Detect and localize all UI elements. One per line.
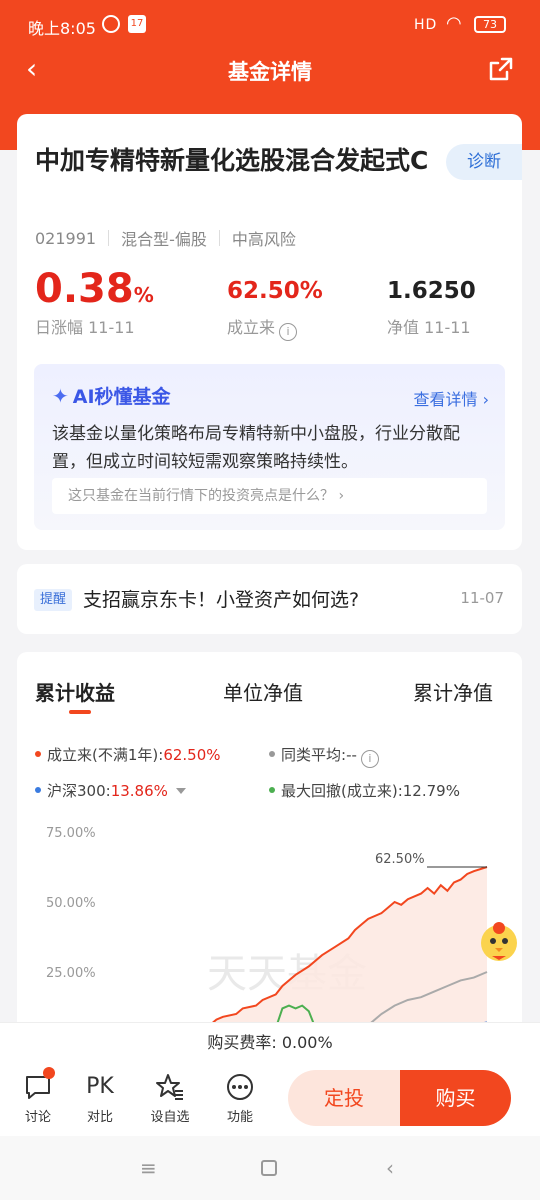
menu-icon[interactable]: ≡ — [140, 1156, 157, 1180]
notice-text: 支招赢京东卡！小登资产如何选? — [83, 589, 360, 611]
diagnose-button[interactable]: 诊断 — [446, 144, 522, 180]
legend-hs300-value: 13.86% — [110, 782, 168, 800]
legend-peer-value: -- — [346, 746, 357, 764]
star-icon — [156, 1074, 183, 1100]
ai-detail-label: 查看详情 — [413, 390, 478, 409]
fund-summary-card: 中加专精特新量化选股混合发起式C 诊断 021991 混合型-偏股 中高风险 0… — [17, 114, 522, 550]
fund-tags: 021991 混合型-偏股 中高风险 — [35, 226, 296, 250]
active-tab-indicator — [69, 710, 91, 714]
legend-fund-label: 成立来(不满1年): — [47, 746, 164, 764]
fund-risk: 中高风险 — [231, 230, 296, 249]
legend-dot-hs300 — [35, 787, 41, 793]
wifi-icon: ◠ — [446, 13, 462, 34]
pk-icon: PK — [86, 1074, 114, 1099]
ai-summary-text: 该基金以量化策略布局专精特新中小盘股，行业分散配置，但成立时间较短需观察策略持续… — [52, 424, 460, 472]
sparkle-icon: ✦ — [52, 384, 69, 408]
since-inception-label: 成立来 — [227, 318, 276, 337]
compare-label: 对比 — [86, 1110, 113, 1125]
fund-code: 021991 — [35, 228, 97, 248]
alarm-icon — [102, 15, 120, 33]
ai-summary-box: ✦ AI秒懂基金 查看详情 › 该基金以量化策略布局专精特新中小盘股，行业分散配置… — [34, 364, 505, 530]
notice-tag: 提醒 — [34, 589, 72, 611]
tab-unit-nav[interactable]: 单位净值 — [223, 677, 303, 706]
battery-icon: 73 — [474, 16, 506, 33]
info-icon[interactable]: i — [279, 323, 298, 341]
end-value-label: 62.50% — [375, 852, 425, 867]
add-watchlist-button[interactable]: 设自选 — [145, 1072, 195, 1125]
back-icon[interactable]: ‹ — [386, 1156, 394, 1180]
discuss-label: 讨论 — [24, 1110, 51, 1125]
legend-fund: 成立来(不满1年):62.50% — [35, 744, 221, 765]
legend-hs300[interactable]: 沪深300:13.86% — [35, 780, 186, 801]
chevron-right-icon: › — [482, 390, 489, 409]
bottom-action-bar: 讨论 PK 对比 设自选 功能 定投 购买 — [0, 1062, 540, 1136]
buy-button[interactable]: 购买 — [400, 1070, 511, 1126]
legend-dot-fund — [35, 751, 41, 757]
performance-chart-card: 累计收益 单位净值 累计净值 成立来(不满1年):62.50% 同类平均:-- i… — [17, 652, 522, 1052]
tab-cumulative-nav[interactable]: 累计净值 — [413, 677, 493, 706]
discuss-button[interactable]: 讨论 — [13, 1067, 63, 1125]
ai-question-text: 这只基金在当前行情下的投资亮点是什么？ — [68, 488, 334, 504]
ai-title: AI秒懂基金 — [72, 386, 171, 408]
divider — [218, 230, 220, 246]
legend-dot-peer — [269, 751, 275, 757]
share-icon[interactable] — [488, 56, 514, 82]
since-inception-value: 62.50% — [227, 278, 323, 304]
signal-icon: HD — [414, 17, 438, 33]
home-icon[interactable] — [261, 1160, 277, 1176]
status-bar: 晚上8:05 17 HD ◠ 73 — [0, 0, 540, 52]
info-icon[interactable]: i — [360, 750, 379, 768]
compare-button[interactable]: PK 对比 — [75, 1072, 125, 1125]
legend-drawdown-label: 最大回撤(成立来): — [281, 782, 403, 800]
chevron-right-icon: › — [338, 488, 345, 504]
legend-dot-drawdown — [269, 787, 275, 793]
y-tick-label: 75.00% — [46, 826, 96, 841]
ai-detail-link[interactable]: 查看详情 › — [413, 386, 489, 410]
functions-label: 功能 — [226, 1110, 253, 1125]
legend-drawdown-value: 12.79% — [402, 782, 460, 800]
dropdown-caret-icon[interactable] — [175, 788, 186, 794]
nav-label: 净值 11-11 — [387, 318, 471, 337]
legend-drawdown: 最大回撤(成立来):12.79% — [269, 780, 460, 801]
purchase-fee-bar: 购买费率: 0.00% — [0, 1022, 540, 1062]
tab-cumulative-return[interactable]: 累计收益 — [35, 677, 115, 706]
ai-question-prompt[interactable]: 这只基金在当前行情下的投资亮点是什么？ › — [52, 478, 487, 514]
notice-date: 11-07 — [460, 589, 504, 607]
page-title: 基金详情 — [228, 60, 312, 84]
fund-type: 混合型-偏股 — [121, 230, 207, 249]
y-tick-label: 50.00% — [46, 896, 96, 911]
notice-card[interactable]: 提醒 支招赢京东卡！小登资产如何选? 11-07 — [17, 564, 522, 634]
calendar-icon: 17 — [128, 15, 146, 33]
auto-invest-button[interactable]: 定投 — [288, 1070, 400, 1126]
legend-hs300-label: 沪深300: — [47, 782, 111, 800]
divider — [108, 230, 110, 246]
since-inception-label-row: 成立来 i — [227, 314, 298, 341]
functions-button[interactable]: 功能 — [215, 1072, 265, 1125]
notification-dot — [43, 1067, 55, 1079]
daily-change-value: 0.38% — [35, 266, 154, 312]
daily-change-label: 日涨幅 11-11 — [35, 318, 135, 337]
add-watchlist-label: 设自选 — [150, 1110, 190, 1125]
legend-fund-value: 62.50% — [163, 746, 221, 764]
navbar: ‹ 基金详情 — [0, 52, 540, 88]
system-nav-bar: ≡ ‹ — [0, 1136, 540, 1200]
ai-title-row: ✦ AI秒懂基金 — [52, 382, 171, 409]
daily-change-number: 0.38 — [35, 266, 134, 312]
status-time: 晚上8:05 — [28, 19, 96, 38]
fund-name: 中加专精特新量化选股混合发起式C — [35, 146, 429, 175]
cumulative-return-chart[interactable]: 天天基金75.00%50.00%25.00%62.50% — [17, 812, 522, 1022]
more-icon — [227, 1074, 253, 1100]
legend-peer-label: 同类平均: — [281, 746, 347, 764]
mascot-icon[interactable] — [474, 916, 524, 966]
legend-peer: 同类平均:-- i — [269, 744, 379, 768]
nav-value: 1.6250 — [387, 278, 476, 304]
daily-change-unit: % — [133, 283, 154, 307]
y-tick-label: 25.00% — [46, 966, 96, 981]
